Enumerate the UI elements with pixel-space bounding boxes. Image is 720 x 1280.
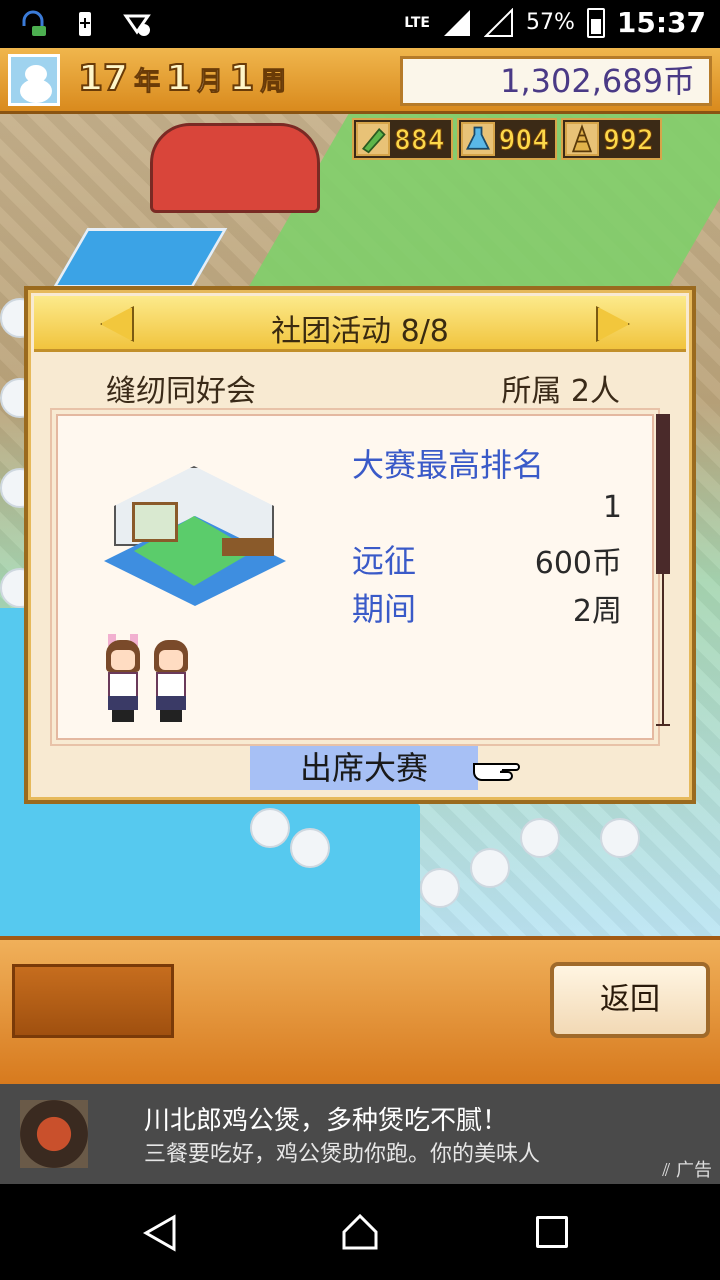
clock: 15:37 [616, 6, 706, 39]
back-button[interactable]: 返回 [550, 962, 710, 1038]
flask-value: 904 [498, 122, 550, 156]
scrollbar-thumb[interactable] [656, 414, 670, 574]
snow-tree [250, 808, 290, 848]
snow-tree [600, 818, 640, 858]
signal-icon [443, 9, 470, 36]
club-members: 所属 2人 [501, 374, 620, 409]
battery-saver-icon [79, 12, 91, 36]
system-nav-bar [0, 1184, 720, 1280]
money-display: 1,302,689币 [400, 56, 712, 106]
ad-image[interactable] [20, 1100, 88, 1168]
year-number: 17 [77, 57, 129, 100]
snowman-avatar-icon[interactable] [8, 54, 60, 106]
ad-logo-icon: ⫽ [662, 1160, 676, 1181]
club-name: 缝纫同好会 [106, 374, 256, 409]
data-saver-icon [123, 14, 151, 36]
system-indicators: LTE 57% 15:37 [404, 6, 706, 39]
pointing-hand-icon [473, 763, 520, 781]
year-unit: 年 [134, 67, 161, 98]
pencil-icon [356, 122, 390, 156]
resource-tower: 992 [561, 118, 662, 160]
student-sprite [102, 634, 144, 722]
snow-tree [520, 818, 560, 858]
snow-tree [420, 868, 460, 908]
headset-notification-icon [22, 10, 46, 36]
easel-icon [132, 502, 178, 542]
best-rank-value: 1 [602, 490, 622, 525]
pencil-value: 884 [394, 122, 446, 156]
resource-bar: 884 904 992 [352, 118, 662, 164]
ad-banner[interactable]: 川北郎鸡公煲，多种煲吃不腻！ 三餐要吃好，鸡公煲助你跑。你的美味人 ⫽ 广告 [0, 1084, 720, 1184]
swimming-pool [52, 228, 228, 288]
network-type: LTE [404, 14, 430, 31]
week-number: 1 [228, 57, 255, 100]
attend-tournament-button[interactable]: 出席大赛 [250, 746, 478, 790]
tower-icon [565, 122, 600, 156]
ad-body[interactable]: 三餐要吃好，鸡公煲助你跑。你的美味人 [144, 1136, 540, 1168]
nav-recents-icon[interactable] [536, 1216, 568, 1248]
flask-icon [460, 122, 495, 156]
period-label: 期间 [352, 590, 417, 628]
battery-icon [586, 7, 605, 38]
game-date: 17 年 1 月 1 周 [77, 57, 287, 100]
panel-scrollbar[interactable] [656, 414, 670, 730]
period-value: 2周 [572, 594, 622, 629]
resource-flask: 904 [456, 118, 558, 160]
dialog-header: 社团活动 8/8 [34, 296, 686, 352]
snow-tree [470, 848, 510, 888]
week-unit: 周 [260, 67, 287, 98]
ad-label: ⫽ 广告 [662, 1156, 712, 1182]
no-signal-icon [483, 7, 513, 37]
nav-home-icon[interactable] [340, 1212, 380, 1252]
tower-value: 992 [603, 122, 655, 156]
best-rank-label: 大赛最高排名 [352, 446, 545, 484]
student-sprite [150, 638, 192, 722]
resource-pencil: 884 [352, 118, 453, 160]
month-unit: 月 [197, 67, 224, 98]
expedition-value: 600币 [534, 546, 622, 581]
battery-percent: 57% [525, 10, 575, 35]
gym-building [150, 123, 320, 213]
notification-icons [18, 8, 152, 38]
club-room-image [104, 466, 286, 616]
top-hud: 17 年 1 月 1 周 1,302,689币 [0, 48, 720, 114]
empty-slot [12, 964, 174, 1038]
bench-icon [222, 538, 274, 556]
ad-title[interactable]: 川北郎鸡公煲，多种煲吃不腻！ [144, 1100, 508, 1137]
club-detail-panel: 大赛最高排名 1 远征 600币 期间 2周 [56, 414, 654, 740]
club-activity-dialog: 社团活动 8/8 缝纫同好会 所属 2人 大赛最高排名 1 远征 600币 期间… [24, 286, 696, 804]
snow-tree [290, 828, 330, 868]
month-number: 1 [165, 57, 192, 100]
status-bar: LTE 57% 15:37 [0, 0, 720, 48]
ad-tag-text: 广告 [676, 1160, 712, 1181]
nav-back-icon[interactable] [142, 1214, 178, 1252]
dialog-title: 社团活动 8/8 [271, 314, 449, 349]
expedition-label: 远征 [352, 542, 417, 580]
bottom-hud: 返回 [0, 936, 720, 1084]
club-members-sprites [102, 634, 192, 722]
